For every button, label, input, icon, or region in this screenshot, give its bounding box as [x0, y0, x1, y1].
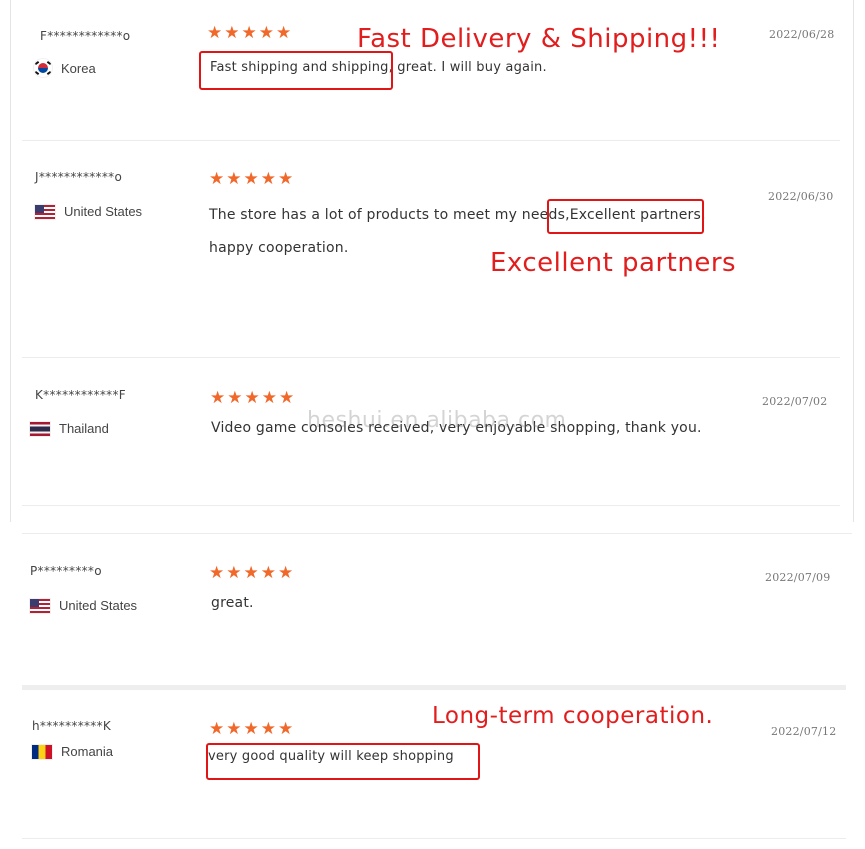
country-label: Romania: [61, 744, 114, 759]
rating-stars: ★ ★ ★ ★ ★: [209, 565, 293, 582]
star-icon: ★: [227, 388, 243, 408]
star-icon: ★: [224, 23, 240, 43]
review-card: F************o Korea ★ ★ ★ ★ ★ Fast Deli…: [0, 0, 865, 140]
star-icon: ★: [243, 719, 259, 739]
star-icon: ★: [278, 563, 294, 583]
us-flag-icon: [30, 598, 50, 613]
reviewer-country: Thailand: [30, 421, 109, 436]
star-icon: ★: [210, 388, 226, 408]
star-icon: ★: [209, 719, 225, 739]
highlight-box: [206, 743, 480, 780]
reviewer-name: P*********o: [30, 564, 102, 578]
highlight-annotation: Fast Delivery & Shipping!!!: [357, 24, 721, 54]
reviewer-name: h**********K: [32, 719, 112, 733]
star-icon: ★: [261, 388, 277, 408]
star-icon: ★: [226, 169, 242, 189]
review-date: 2022/07/12: [771, 725, 837, 738]
rating-stars: ★ ★ ★ ★ ★: [210, 390, 294, 407]
star-icon: ★: [260, 719, 276, 739]
review-date: 2022/06/28: [769, 28, 835, 41]
review-date: 2022/06/30: [768, 190, 834, 203]
rating-stars: ★ ★ ★ ★ ★: [209, 171, 293, 188]
us-flag-icon: [35, 204, 55, 219]
romania-flag-icon: [32, 744, 52, 759]
thailand-flag-icon: [30, 421, 50, 436]
star-icon: ★: [244, 388, 260, 408]
highlight-box: [547, 199, 704, 234]
highlight-annotation: Long-term cooperation.: [432, 703, 714, 729]
highlight-annotation: Excellent partners: [490, 248, 737, 278]
star-icon: ★: [241, 23, 257, 43]
review-divider: [22, 505, 840, 506]
star-icon: ★: [226, 563, 242, 583]
country-label: Korea: [61, 60, 96, 76]
star-icon: ★: [279, 388, 295, 408]
star-icon: ★: [226, 719, 242, 739]
review-card: J************o United States ★ ★ ★ ★ ★ 2…: [0, 140, 865, 358]
reviewer-name: F************o: [40, 29, 131, 43]
rating-stars: ★ ★ ★ ★ ★: [207, 25, 291, 42]
reviewer-country: Romania: [32, 744, 113, 759]
reviewer-name: K************F: [35, 388, 126, 402]
reviewer-country: United States: [30, 598, 137, 613]
rating-stars: ★ ★ ★ ★ ★: [209, 721, 293, 738]
reviewer-country: Korea: [34, 59, 96, 77]
review-date: 2022/07/09: [765, 571, 831, 584]
star-icon: ★: [276, 23, 292, 43]
star-icon: ★: [209, 563, 225, 583]
star-icon: ★: [207, 23, 223, 43]
star-icon: ★: [278, 719, 294, 739]
review-text-continued: happy cooperation.: [209, 240, 349, 256]
review-card: P*********o United States ★ ★ ★ ★ ★ 2022…: [0, 534, 865, 686]
country-label: United States: [59, 598, 138, 613]
reviewer-name: J************o: [35, 170, 123, 184]
star-icon: ★: [278, 169, 294, 189]
star-icon: ★: [258, 23, 274, 43]
country-label: Thailand: [59, 421, 109, 436]
star-icon: ★: [243, 563, 259, 583]
review-divider: [22, 838, 846, 839]
star-icon: ★: [209, 169, 225, 189]
reviewer-country: United States: [35, 204, 142, 219]
review-date: 2022/07/02: [762, 395, 828, 408]
country-label: United States: [64, 204, 143, 219]
review-text: Video game consoles received, very enjoy…: [211, 420, 702, 436]
review-card: K************F Thailand ★ ★ ★ ★ ★ 2022/0…: [0, 358, 865, 505]
star-icon: ★: [260, 169, 276, 189]
review-text: great.: [211, 595, 254, 611]
star-icon: ★: [260, 563, 276, 583]
korea-flag-icon: [34, 59, 52, 77]
star-icon: ★: [243, 169, 259, 189]
review-card: h**********K Romania ★ ★ ★ ★ ★ Long-term…: [0, 690, 865, 838]
highlight-box: [199, 51, 393, 90]
